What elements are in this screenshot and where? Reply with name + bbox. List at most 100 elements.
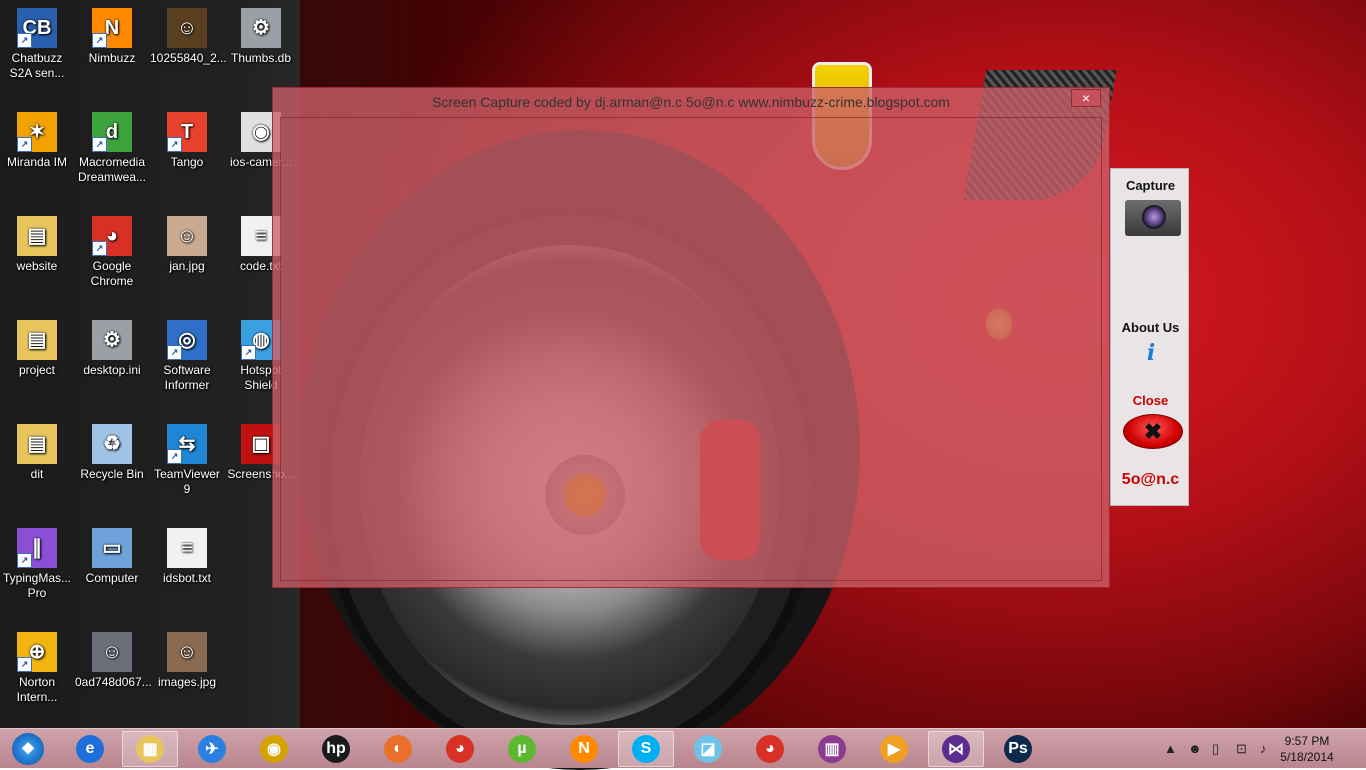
desktop-icon-image: ≡ bbox=[167, 528, 207, 568]
shortcut-arrow-icon: ↗ bbox=[17, 33, 32, 48]
desktop-icon-label: Chatbuzz S2A sen... bbox=[9, 51, 65, 80]
desktop-icon-label: Nimbuzz bbox=[88, 51, 136, 65]
desktop-icon-label: idsbot.txt bbox=[162, 571, 212, 585]
desktop-icon-label: jan.jpg bbox=[169, 259, 205, 273]
screen-capture-window[interactable]: Screen Capture coded by dj.arman@n.c 5o@… bbox=[272, 87, 1110, 588]
taskbar-item-hp[interactable]: hp bbox=[308, 731, 364, 767]
window-close-button[interactable]: × bbox=[1071, 89, 1101, 107]
desktop-icon-label: Tango bbox=[170, 155, 204, 169]
tray-icon[interactable]: ⊡ bbox=[1236, 741, 1247, 757]
desktop-icon[interactable]: ⚙ Thumbs.db bbox=[224, 8, 298, 66]
nimbuzz-icon: N bbox=[570, 735, 598, 763]
clock-date: 5/18/2014 bbox=[1280, 750, 1334, 764]
desktop-icon-image: ⊕ ↗ bbox=[17, 632, 57, 672]
desktop-icon[interactable]: ⇆ ↗ TeamViewer 9 bbox=[150, 424, 224, 497]
window-title: Screen Capture coded by dj.arman@n.c 5o@… bbox=[432, 94, 950, 110]
desktop-icon-image: ◎ ↗ bbox=[167, 320, 207, 360]
tray-icon[interactable]: ♪ bbox=[1260, 741, 1267, 756]
desktop-icon[interactable]: ▤ project bbox=[0, 320, 74, 378]
tray-icon[interactable]: ☻ bbox=[1188, 741, 1202, 756]
desktop-icon[interactable]: ⊕ ↗ Norton Intern... bbox=[0, 632, 74, 705]
shortcut-arrow-icon: ↗ bbox=[167, 449, 182, 464]
desktop-icon[interactable]: ◎ ↗ Software Informer bbox=[150, 320, 224, 393]
desktop-icon[interactable]: ⚙ desktop.ini bbox=[75, 320, 149, 378]
taskbar-item-media-player[interactable]: ◉ bbox=[246, 731, 302, 767]
desktop-icon[interactable]: d ↗ Macromedia Dreamwea... bbox=[75, 112, 149, 185]
shortcut-arrow-icon: ↗ bbox=[17, 553, 32, 568]
about-us-label: About Us bbox=[1121, 320, 1180, 335]
desktop-icon[interactable]: N ↗ Nimbuzz bbox=[75, 8, 149, 66]
close-x-icon: ✖ bbox=[1143, 419, 1163, 444]
shortcut-arrow-icon: ↗ bbox=[241, 345, 256, 360]
desktop-icon[interactable]: CB ↗ Chatbuzz S2A sen... bbox=[0, 8, 74, 81]
camera-icon[interactable] bbox=[1125, 200, 1181, 236]
desktop-icon[interactable]: T ↗ Tango bbox=[150, 112, 224, 170]
desktop-icon[interactable]: ▭ Computer bbox=[75, 528, 149, 586]
chrome-2-icon: ◕ bbox=[756, 735, 784, 763]
desktop-icon-image: ⚙ bbox=[241, 8, 281, 48]
desktop-icon[interactable]: ☺ 10255840_2... bbox=[150, 8, 227, 66]
desktop-icon-image: ▭ bbox=[92, 528, 132, 568]
desktop-icon-image: ▤ bbox=[17, 216, 57, 256]
desktop-icon-label: TypingMas... Pro bbox=[2, 571, 72, 600]
tray-icon[interactable]: ▲ bbox=[1164, 741, 1177, 756]
desktop-icon-label: Norton Intern... bbox=[16, 675, 58, 704]
taskbar-item-winrar[interactable]: ▥ bbox=[804, 731, 860, 767]
desktop-icon[interactable]: ◕ ↗ Google Chrome bbox=[75, 216, 149, 289]
desktop-icon[interactable]: ♻ Recycle Bin bbox=[75, 424, 149, 482]
desktop-icon[interactable]: ☺ images.jpg bbox=[150, 632, 224, 690]
start-button[interactable]: ❖ bbox=[0, 731, 56, 767]
desktop-icon-label: 10255840_2... bbox=[150, 51, 227, 65]
system-tray: ▲ ☻ ▯ ⊡ ♪ 9:57 PM 5/18/2014 bbox=[1156, 729, 1366, 769]
desktop-icon-label: dit bbox=[30, 467, 44, 481]
clock-time: 9:57 PM bbox=[1284, 734, 1330, 748]
taskbar-item-chrome[interactable]: ◕ bbox=[432, 731, 488, 767]
shortcut-arrow-icon: ↗ bbox=[167, 137, 182, 152]
desktop-icon-label: 0ad748d067... bbox=[75, 675, 152, 689]
desktop-icon[interactable]: ✶ ↗ Miranda IM bbox=[0, 112, 74, 170]
close-label: Close bbox=[1132, 393, 1169, 408]
info-icon[interactable]: i bbox=[1139, 341, 1163, 365]
winrar-icon: ▥ bbox=[818, 735, 846, 763]
media-player-icon: ◉ bbox=[260, 735, 288, 763]
desktop-icon-label: website bbox=[16, 259, 58, 273]
close-button[interactable]: ✖ bbox=[1123, 414, 1183, 449]
desktop-icon-image: ⇆ ↗ bbox=[167, 424, 207, 464]
taskbar-item-nimbuzz[interactable]: N bbox=[556, 731, 612, 767]
desktop-icon[interactable]: ▤ website bbox=[0, 216, 74, 274]
taskbar-item-app-rocket[interactable]: ✈ bbox=[184, 731, 240, 767]
capture-region[interactable] bbox=[280, 117, 1102, 581]
video-app-icon: ▶ bbox=[880, 735, 908, 763]
desktop-icon-label: Recycle Bin bbox=[80, 467, 144, 481]
taskbar-item-video-app[interactable]: ▶ bbox=[866, 731, 922, 767]
taskbar-item-notes[interactable]: ◪ bbox=[680, 731, 736, 767]
clock[interactable]: 9:57 PM 5/18/2014 bbox=[1272, 733, 1342, 765]
desktop-icon-label: Miranda IM bbox=[6, 155, 68, 169]
desktop-icon[interactable]: ▤ dit bbox=[0, 424, 74, 482]
desktop-icon[interactable]: ≡ idsbot.txt bbox=[150, 528, 224, 586]
taskbar-item-photoshop[interactable]: Ps bbox=[990, 731, 1046, 767]
desktop-icon-label: TeamViewer 9 bbox=[154, 467, 220, 496]
desktop-icon[interactable]: ☺ jan.jpg bbox=[150, 216, 224, 274]
desktop-icon-image: ▤ bbox=[17, 320, 57, 360]
windows-logo-icon: ❖ bbox=[12, 733, 44, 765]
desktop-icon-image: ☺ bbox=[92, 632, 132, 672]
desktop-icon[interactable]: ∥ ↗ TypingMas... Pro bbox=[0, 528, 74, 601]
desktop-icon-label: images.jpg bbox=[157, 675, 217, 689]
desktop-icon-image: ✶ ↗ bbox=[17, 112, 57, 152]
app-rocket-icon: ✈ bbox=[198, 735, 226, 763]
signature-text: 5o@n.c bbox=[1121, 471, 1180, 488]
shortcut-arrow-icon: ↗ bbox=[92, 137, 107, 152]
taskbar-item-internet-explorer[interactable]: e bbox=[62, 731, 118, 767]
tray-icon[interactable]: ▯ bbox=[1212, 741, 1219, 757]
shortcut-arrow-icon: ↗ bbox=[92, 33, 107, 48]
photoshop-icon: Ps bbox=[1004, 735, 1032, 763]
shortcut-arrow-icon: ↗ bbox=[17, 657, 32, 672]
taskbar-item-skype[interactable]: S bbox=[618, 731, 674, 767]
taskbar-item-firefox[interactable]: ◐ bbox=[370, 731, 426, 767]
desktop-icon[interactable]: ☺ 0ad748d067... bbox=[75, 632, 152, 690]
taskbar-item-chrome-2[interactable]: ◕ bbox=[742, 731, 798, 767]
taskbar-item-utorrent[interactable]: µ bbox=[494, 731, 550, 767]
taskbar-item-file-explorer[interactable]: ▦ bbox=[122, 731, 178, 767]
taskbar-item-visual-studio[interactable]: ⋈ bbox=[928, 731, 984, 767]
